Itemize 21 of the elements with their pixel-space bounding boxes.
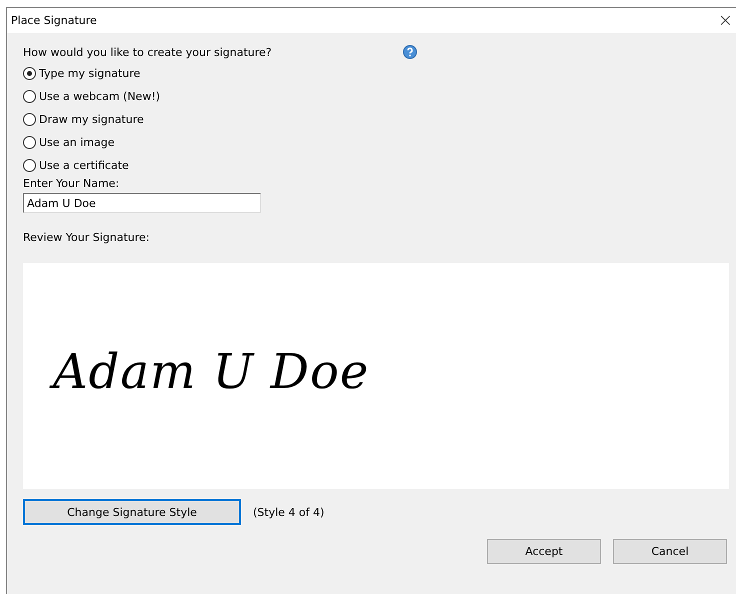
radio-button[interactable] xyxy=(23,67,36,80)
radio-button[interactable] xyxy=(23,90,36,103)
dialog-button[interactable]: Accept xyxy=(487,539,601,564)
change-style-button[interactable]: Change Signature Style xyxy=(23,499,241,525)
help-icon[interactable] xyxy=(403,45,417,59)
question-label: How would you like to create your signature? xyxy=(23,46,273,58)
window-title: Place Signature xyxy=(11,14,97,27)
review-label: Review Your Signature: xyxy=(23,231,150,244)
radio-button[interactable] xyxy=(23,136,36,149)
option-label: Use a webcam (New!) xyxy=(39,90,160,103)
option-label: Draw my signature xyxy=(39,113,144,126)
option-label: Type my signature xyxy=(39,67,140,80)
radio-button[interactable] xyxy=(23,113,36,126)
option-label: Use an image xyxy=(39,136,115,149)
style-count: (Style 4 of 4) xyxy=(253,506,324,518)
close-button[interactable]: × xyxy=(714,12,736,30)
name-label: Enter Your Name: xyxy=(23,177,120,190)
name-input-field[interactable]: Adam U Doe xyxy=(23,193,261,213)
dialog-button[interactable]: Cancel xyxy=(613,539,727,564)
radio-button[interactable] xyxy=(23,159,36,172)
option-label: Use a certificate xyxy=(39,159,129,172)
